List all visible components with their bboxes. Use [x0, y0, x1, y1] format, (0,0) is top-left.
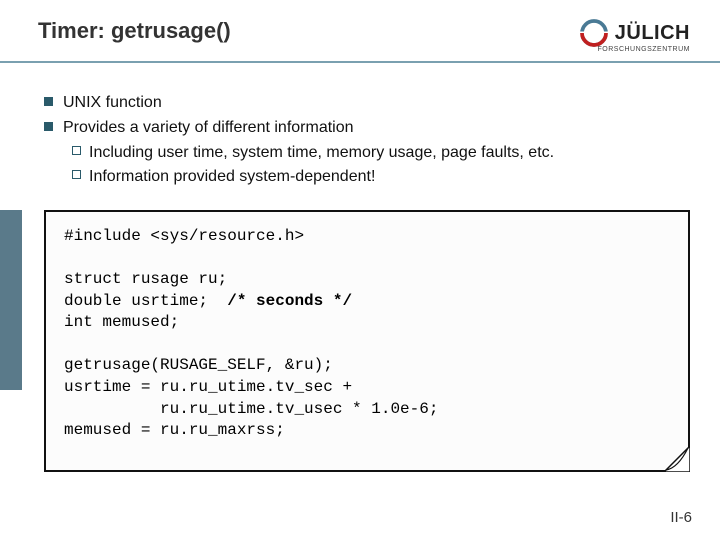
- code-block: #include <sys/resource.h> struct rusage …: [44, 210, 690, 472]
- code-line: getrusage(RUSAGE_SELF, &ru);: [64, 356, 333, 374]
- page-curl-icon: [664, 446, 690, 472]
- code-line: #include <sys/resource.h>: [64, 227, 304, 245]
- code-line: double usrtime;: [64, 292, 227, 310]
- slide-title: Timer: getrusage(): [38, 18, 231, 44]
- page-number: II-6: [670, 509, 692, 526]
- bullet-text: Provides a variety of different informat…: [63, 116, 354, 139]
- bullet-level2: Including user time, system time, memory…: [72, 141, 690, 164]
- bullet-text: Including user time, system time, memory…: [89, 141, 554, 164]
- code-line: ru.ru_utime.tv_usec * 1.0e-6;: [64, 400, 438, 418]
- brand-logo: JÜLICH FORSCHUNGSZENTRUM: [579, 18, 690, 53]
- slide-header: Timer: getrusage() JÜLICH FORSCHUNGSZENT…: [0, 0, 720, 63]
- bullet-open-square-icon: [72, 170, 81, 179]
- bullet-square-icon: [44, 122, 53, 131]
- brand-subtitle: FORSCHUNGSZENTRUM: [598, 46, 691, 53]
- bullet-level1: Provides a variety of different informat…: [44, 116, 690, 139]
- code-line: memused = ru.ru_maxrss;: [64, 421, 285, 439]
- bullet-text: Information provided system-dependent!: [89, 165, 375, 188]
- julich-mark-icon: [579, 18, 609, 48]
- code-comment: /* seconds */: [227, 292, 352, 310]
- bullet-content: UNIX function Provides a variety of diff…: [0, 63, 720, 188]
- code-line: usrtime = ru.ru_utime.tv_sec +: [64, 378, 352, 396]
- bullet-text: UNIX function: [63, 91, 162, 114]
- bullet-open-square-icon: [72, 146, 81, 155]
- brand-name: JÜLICH: [615, 22, 690, 45]
- code-line: struct rusage ru;: [64, 270, 227, 288]
- bullet-level1: UNIX function: [44, 91, 690, 114]
- side-accent-bar: [0, 210, 22, 390]
- bullet-level2: Information provided system-dependent!: [72, 165, 690, 188]
- bullet-square-icon: [44, 97, 53, 106]
- code-line: int memused;: [64, 313, 179, 331]
